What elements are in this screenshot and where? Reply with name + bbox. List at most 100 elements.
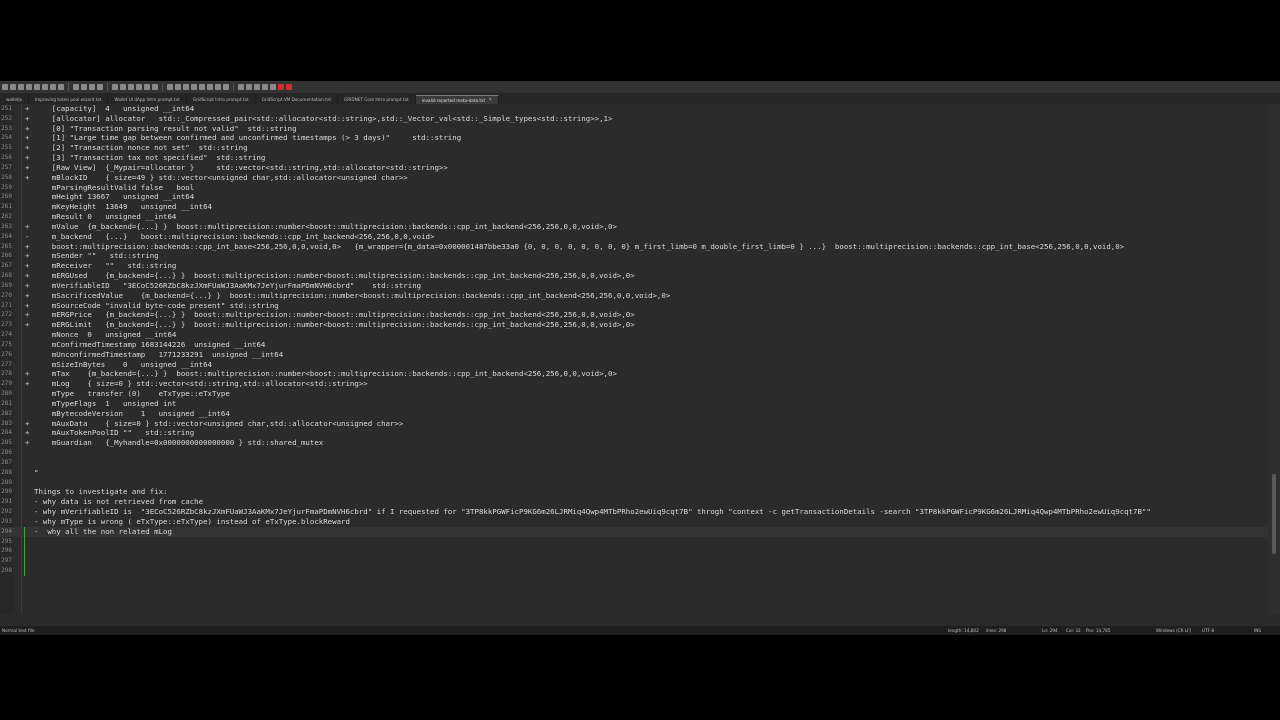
fold-marker[interactable]: + xyxy=(25,369,29,379)
code-line[interactable]: 269 + mVerifiableID "3ECoC526RZbC8kzJXmFU… xyxy=(0,281,1268,291)
code-line[interactable]: 295 xyxy=(0,537,1268,547)
folder-icon[interactable] xyxy=(215,84,221,90)
fold-marker[interactable]: + xyxy=(25,301,29,311)
record-icon[interactable] xyxy=(238,84,244,90)
fold-marker[interactable]: + xyxy=(25,251,29,261)
fold-marker[interactable]: + xyxy=(25,419,29,429)
code-line[interactable]: 296 xyxy=(0,546,1268,556)
code-line[interactable]: 281 mTypeFlags 1 unsigned int xyxy=(0,399,1268,409)
fold-marker[interactable]: + xyxy=(25,438,29,448)
code-line[interactable]: 268 + mERGUsed {m_backend={...} } boost::… xyxy=(0,271,1268,281)
doc-map-icon[interactable] xyxy=(199,84,205,90)
code-line[interactable]: 255 + [2] "Transaction nonce not set" std… xyxy=(0,143,1268,153)
save-all-icon[interactable] xyxy=(26,84,32,90)
find-icon[interactable] xyxy=(112,84,118,90)
code-line[interactable]: 261 mKeyHeight 13649 unsigned __int64 xyxy=(0,202,1268,212)
text-editor[interactable]: 251 + [capacity] 4 unsigned __int64 252 + [… xyxy=(0,104,1268,614)
fold-marker[interactable]: + xyxy=(25,320,29,330)
code-line[interactable]: 267 + mReceiver "" std::string xyxy=(0,261,1268,271)
code-line[interactable]: 280 mType transfer (0) eTxType::eTxType xyxy=(0,389,1268,399)
close-icon[interactable] xyxy=(34,84,40,90)
word-wrap-icon[interactable] xyxy=(167,84,173,90)
func-list-icon[interactable] xyxy=(207,84,213,90)
code-line[interactable]: 259 mParsingResultValid false bool xyxy=(0,183,1268,193)
code-line[interactable]: 283 + mAuxData { size=0 } std::vector<uns… xyxy=(0,419,1268,429)
fold-marker[interactable]: + xyxy=(25,104,29,114)
tab-1[interactable]: Improving token pool wizard.txt xyxy=(29,95,109,104)
fold-marker[interactable]: + xyxy=(25,163,29,173)
fold-marker[interactable]: + xyxy=(25,114,29,124)
tab-0[interactable]: walletjs xyxy=(0,95,29,104)
lang-icon[interactable] xyxy=(191,84,197,90)
stop-icon[interactable] xyxy=(246,84,252,90)
code-line[interactable]: 277 mSizeInBytes 0 unsigned __int64 xyxy=(0,360,1268,370)
fold-marker[interactable]: + xyxy=(25,153,29,163)
code-line[interactable]: 290 Things to investigate and fix: xyxy=(0,487,1268,497)
fold-marker[interactable]: + xyxy=(25,222,29,232)
paste-icon[interactable] xyxy=(81,84,87,90)
spell-next-icon[interactable] xyxy=(286,84,292,90)
tab-5[interactable]: GRIDNET Core Intro prompt.txt xyxy=(338,95,416,104)
tab-6[interactable]: invalid reported meta-data.txt ✕ xyxy=(415,95,500,104)
fold-marker[interactable]: + xyxy=(25,261,29,271)
zoom-out-icon[interactable] xyxy=(136,84,142,90)
code-line[interactable]: 298 xyxy=(0,566,1268,576)
replace-icon[interactable] xyxy=(120,84,126,90)
code-line[interactable]: 271 + mSourceCode "invalid byte-code pres… xyxy=(0,301,1268,311)
code-line[interactable]: 258 + mBlockID { size=49 } std::vector<un… xyxy=(0,173,1268,183)
code-line[interactable]: 273 + mERGLimit {m_backend={...} } boost:… xyxy=(0,320,1268,330)
code-line[interactable]: 287 xyxy=(0,458,1268,468)
status-encoding[interactable]: UTF-8 xyxy=(1202,628,1214,633)
scrollbar-thumb[interactable] xyxy=(1272,474,1276,554)
code-line[interactable]: 289 xyxy=(0,478,1268,488)
indent-guide-icon[interactable] xyxy=(183,84,189,90)
fold-marker[interactable]: + xyxy=(25,133,29,143)
fold-marker[interactable]: + xyxy=(25,271,29,281)
tab-4[interactable]: GridScript VM Documentation.txt xyxy=(256,95,339,104)
print-icon[interactable] xyxy=(50,84,56,90)
tab-3[interactable]: GridScript Intro prompt.txt xyxy=(187,95,256,104)
spell-icon[interactable] xyxy=(278,84,284,90)
undo-icon[interactable] xyxy=(89,84,95,90)
code-line[interactable]: 275 mConfirmedTimestamp 1683144226 unsig… xyxy=(0,340,1268,350)
code-line[interactable]: 254 + [1] "Large time gap between confirm… xyxy=(0,133,1268,143)
code-line[interactable]: 297 xyxy=(0,556,1268,566)
code-line[interactable]: 262 mResult 0 unsigned __int64 xyxy=(0,212,1268,222)
open-icon[interactable] xyxy=(10,84,16,90)
fold-marker[interactable]: + xyxy=(25,379,29,389)
code-line[interactable]: 279 + mLog { size=0 } std::vector<std::st… xyxy=(0,379,1268,389)
fold-marker[interactable]: + xyxy=(25,291,29,301)
code-line[interactable]: 274 mNonce 0 unsigned __int64 xyxy=(0,330,1268,340)
monitor-icon[interactable] xyxy=(223,84,229,90)
sync-h-icon[interactable] xyxy=(152,84,158,90)
code-line[interactable]: 285 + mGuardian {_Myhandle=0x000000000000… xyxy=(0,438,1268,448)
code-line[interactable]: 260 mHeight 13667 unsigned __int64 xyxy=(0,192,1268,202)
code-line[interactable]: 282 mBytecodeVersion 1 unsigned __int64 xyxy=(0,409,1268,419)
redo-icon[interactable] xyxy=(97,84,103,90)
code-line[interactable]: 278 + mTax {m_backend={...} } boost::mult… xyxy=(0,369,1268,379)
save-macro-icon[interactable] xyxy=(270,84,276,90)
code-line[interactable]: 292 - why mVerifiableID is "3ECoC526RZbC8… xyxy=(0,507,1268,517)
code-line[interactable]: 288 " xyxy=(0,468,1268,478)
new-file-icon[interactable] xyxy=(2,84,8,90)
cut-icon[interactable] xyxy=(58,84,64,90)
code-line[interactable]: 294 - why all the non related mLog xyxy=(0,526,1268,537)
fold-marker[interactable]: + xyxy=(25,281,29,291)
fold-marker[interactable]: + xyxy=(25,428,29,438)
code-line[interactable]: 284 + mAuxTokenPoolID "" std::string xyxy=(0,428,1268,438)
code-line[interactable]: 293 - why mType is wrong ( eTxType::eTxTy… xyxy=(0,517,1268,527)
code-line[interactable]: 253 + [0] "Transaction parsing result not… xyxy=(0,124,1268,134)
code-line[interactable]: 257 + [Raw View] {_Mypair=allocator } std… xyxy=(0,163,1268,173)
code-line[interactable]: 276 mUnconfirmedTimestamp 1771233291 uns… xyxy=(0,350,1268,360)
copy-icon[interactable] xyxy=(73,84,79,90)
play-multi-icon[interactable] xyxy=(262,84,268,90)
close-all-icon[interactable] xyxy=(42,84,48,90)
code-line[interactable]: 263 + mValue {m_backend={...} } boost::mu… xyxy=(0,222,1268,232)
fold-marker[interactable]: - xyxy=(25,232,29,242)
code-line[interactable]: 256 + [3] "Transaction tax not specified"… xyxy=(0,153,1268,163)
code-line[interactable]: 270 + mSacrificedValue {m_backend={...} }… xyxy=(0,291,1268,301)
horizontal-scrollbar[interactable] xyxy=(0,614,1268,626)
show-all-icon[interactable] xyxy=(175,84,181,90)
fold-marker[interactable]: + xyxy=(25,242,29,252)
code-line[interactable]: 251 + [capacity] 4 unsigned __int64 xyxy=(0,104,1268,114)
